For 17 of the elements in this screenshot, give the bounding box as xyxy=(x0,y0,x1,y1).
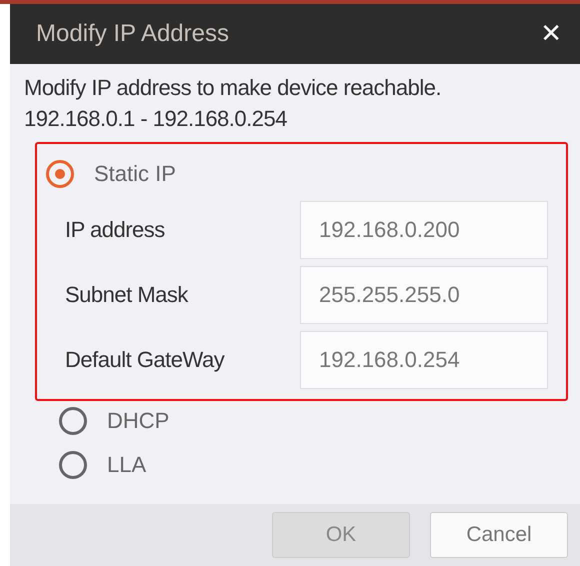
radio-button[interactable] xyxy=(59,407,87,435)
input-field[interactable]: 255.255.255.0 xyxy=(300,266,548,324)
input-field[interactable]: 192.168.0.200 xyxy=(300,201,548,259)
window-title: Modify IP Address xyxy=(36,20,229,48)
range-text: 192.168.0.1 - 192.168.0.254 xyxy=(24,105,288,133)
radio-label: Static IP xyxy=(94,161,176,187)
radio-button[interactable] xyxy=(59,451,87,479)
cancel-button[interactable]: Cancel xyxy=(430,512,568,558)
radio-button[interactable] xyxy=(46,160,74,188)
input-field[interactable]: 192.168.0.254 xyxy=(300,331,548,389)
description-text: Modify IP address to make device reachable. xyxy=(24,74,442,102)
field-label: IP address xyxy=(65,217,165,243)
radio-label: LLA xyxy=(107,452,146,478)
radio-label: DHCP xyxy=(107,408,170,434)
field-label: Subnet Mask xyxy=(65,282,188,308)
field-label: Default GateWay xyxy=(65,347,224,373)
close-button[interactable]: ✕ xyxy=(536,19,566,49)
